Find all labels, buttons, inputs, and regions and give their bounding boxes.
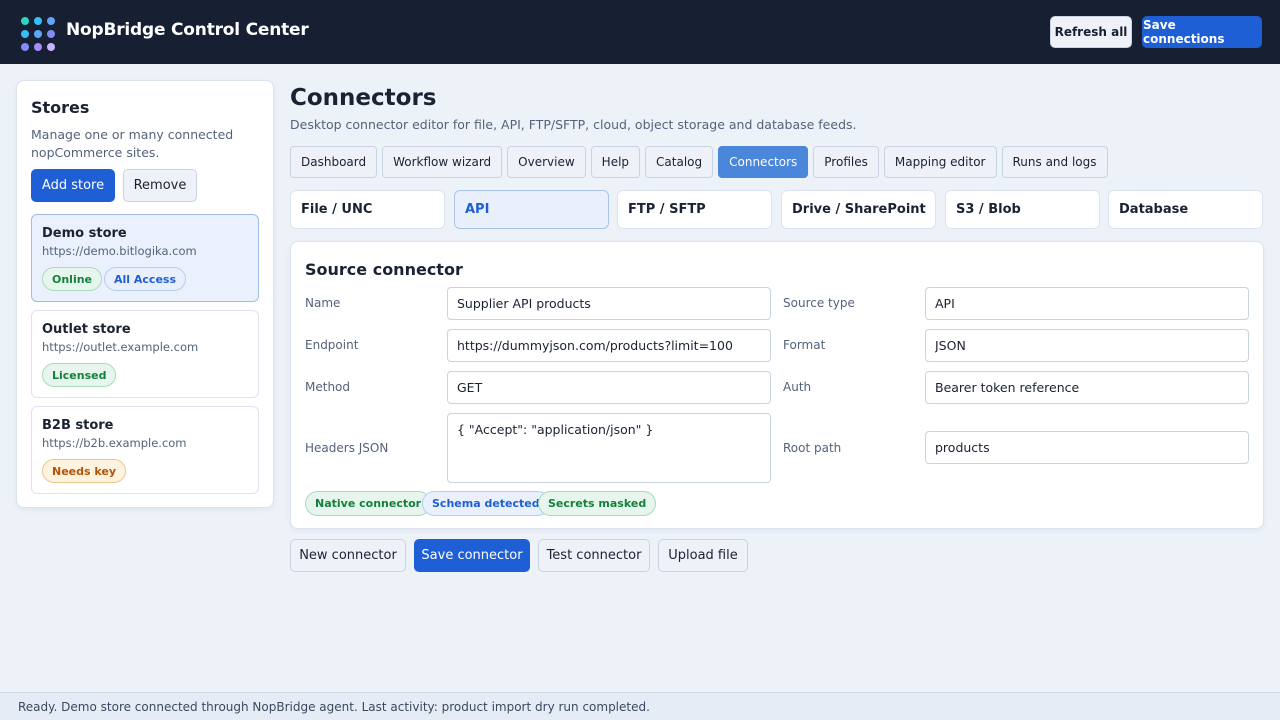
connector-type-s3-blob[interactable]: S3 / Blob <box>945 190 1100 229</box>
connector-type-api[interactable]: API <box>454 190 609 229</box>
stores-panel: Stores Manage one or many connected nopC… <box>16 80 274 508</box>
native-connector-badge: Native connector <box>305 491 432 516</box>
source-type-input[interactable] <box>925 287 1249 320</box>
store-name: Demo store <box>42 226 127 241</box>
tab-profiles[interactable]: Profiles <box>813 146 879 178</box>
remove-store-button[interactable]: Remove <box>123 169 197 202</box>
store-name: Outlet store <box>42 322 131 337</box>
name-input[interactable] <box>447 287 771 320</box>
tab-help[interactable]: Help <box>590 146 641 178</box>
test-connector-button[interactable]: Test connector <box>538 539 650 572</box>
status-badge: Needs key <box>42 459 127 483</box>
store-url: https://demo.bitlogika.com <box>42 244 197 258</box>
headers-json-label: Headers JSON <box>305 441 389 455</box>
format-label: Format <box>783 338 826 352</box>
status-badge: Online <box>42 267 103 291</box>
format-input[interactable] <box>925 329 1249 362</box>
logo-dot <box>47 17 55 25</box>
auth-label: Auth <box>783 380 812 394</box>
name-label: Name <box>305 296 341 310</box>
method-input[interactable] <box>447 371 771 404</box>
tab-catalog[interactable]: Catalog <box>645 146 714 178</box>
logo-dot <box>47 30 55 38</box>
page-title: Connectors <box>290 85 437 111</box>
logo-dot <box>21 17 29 25</box>
schema-detected-badge: Schema detected <box>422 491 550 516</box>
logo-dot <box>21 43 29 51</box>
tab-dashboard[interactable]: Dashboard <box>290 146 378 178</box>
source-connector-panel: Source connector Name Source type Endpoi… <box>290 241 1264 529</box>
status-bar: Ready. Demo store connected through NopB… <box>0 692 1280 720</box>
endpoint-label: Endpoint <box>305 338 359 352</box>
tab-workflow-wizard[interactable]: Workflow wizard <box>382 146 503 178</box>
logo-dot <box>34 17 42 25</box>
auth-input[interactable] <box>925 371 1249 404</box>
headers-json-textarea[interactable] <box>447 413 771 483</box>
refresh-all-button[interactable]: Refresh all <box>1050 16 1132 48</box>
store-url: https://outlet.example.com <box>42 340 199 354</box>
upload-file-button[interactable]: Upload file <box>658 539 748 572</box>
store-card-b2b[interactable]: B2B store https://b2b.example.com Needs … <box>31 406 259 494</box>
tab-runs-and-logs[interactable]: Runs and logs <box>1001 146 1108 178</box>
connector-type-database[interactable]: Database <box>1108 190 1263 229</box>
page-description: Desktop connector editor for file, API, … <box>290 117 857 132</box>
method-label: Method <box>305 380 351 394</box>
secrets-masked-badge: Secrets masked <box>538 491 657 516</box>
save-connector-button[interactable]: Save connector <box>414 539 530 572</box>
logo-dot <box>47 43 55 51</box>
root-path-input[interactable] <box>925 431 1249 464</box>
save-connections-button[interactable]: Save connections <box>1142 16 1262 48</box>
store-name: B2B store <box>42 418 114 433</box>
tab-overview[interactable]: Overview <box>507 146 586 178</box>
store-card-outlet[interactable]: Outlet store https://outlet.example.com … <box>31 310 259 398</box>
new-connector-button[interactable]: New connector <box>290 539 406 572</box>
store-url: https://b2b.example.com <box>42 436 187 450</box>
stores-description: Manage one or many connected nopCommerce… <box>31 127 234 160</box>
logo-dot <box>34 43 42 51</box>
logo-dot <box>21 30 29 38</box>
logo-dot <box>34 30 42 38</box>
connector-type-drive-sharepoint[interactable]: Drive / SharePoint <box>781 190 936 229</box>
source-type-label: Source type <box>783 296 855 310</box>
root-path-label: Root path <box>783 441 842 455</box>
status-badge: Licensed <box>42 363 117 387</box>
stores-title: Stores <box>31 98 90 117</box>
endpoint-input[interactable] <box>447 329 771 362</box>
add-store-button[interactable]: Add store <box>31 169 115 202</box>
app-title: NopBridge Control Center <box>66 20 309 40</box>
access-badge: All Access <box>104 267 186 291</box>
connector-type-ftp-sftp[interactable]: FTP / SFTP <box>617 190 772 229</box>
dot-grid-logo-icon <box>21 17 55 51</box>
connector-type-file-unc[interactable]: File / UNC <box>290 190 445 229</box>
main-tabs: Dashboard Workflow wizard Overview Help … <box>290 146 1108 178</box>
panel-title: Source connector <box>305 260 463 279</box>
store-card-demo[interactable]: Demo store https://demo.bitlogika.com On… <box>31 214 259 302</box>
top-bar: NopBridge Control Center Refresh all Sav… <box>0 0 1280 64</box>
tab-mapping-editor[interactable]: Mapping editor <box>883 146 997 178</box>
tab-connectors[interactable]: Connectors <box>718 146 809 178</box>
